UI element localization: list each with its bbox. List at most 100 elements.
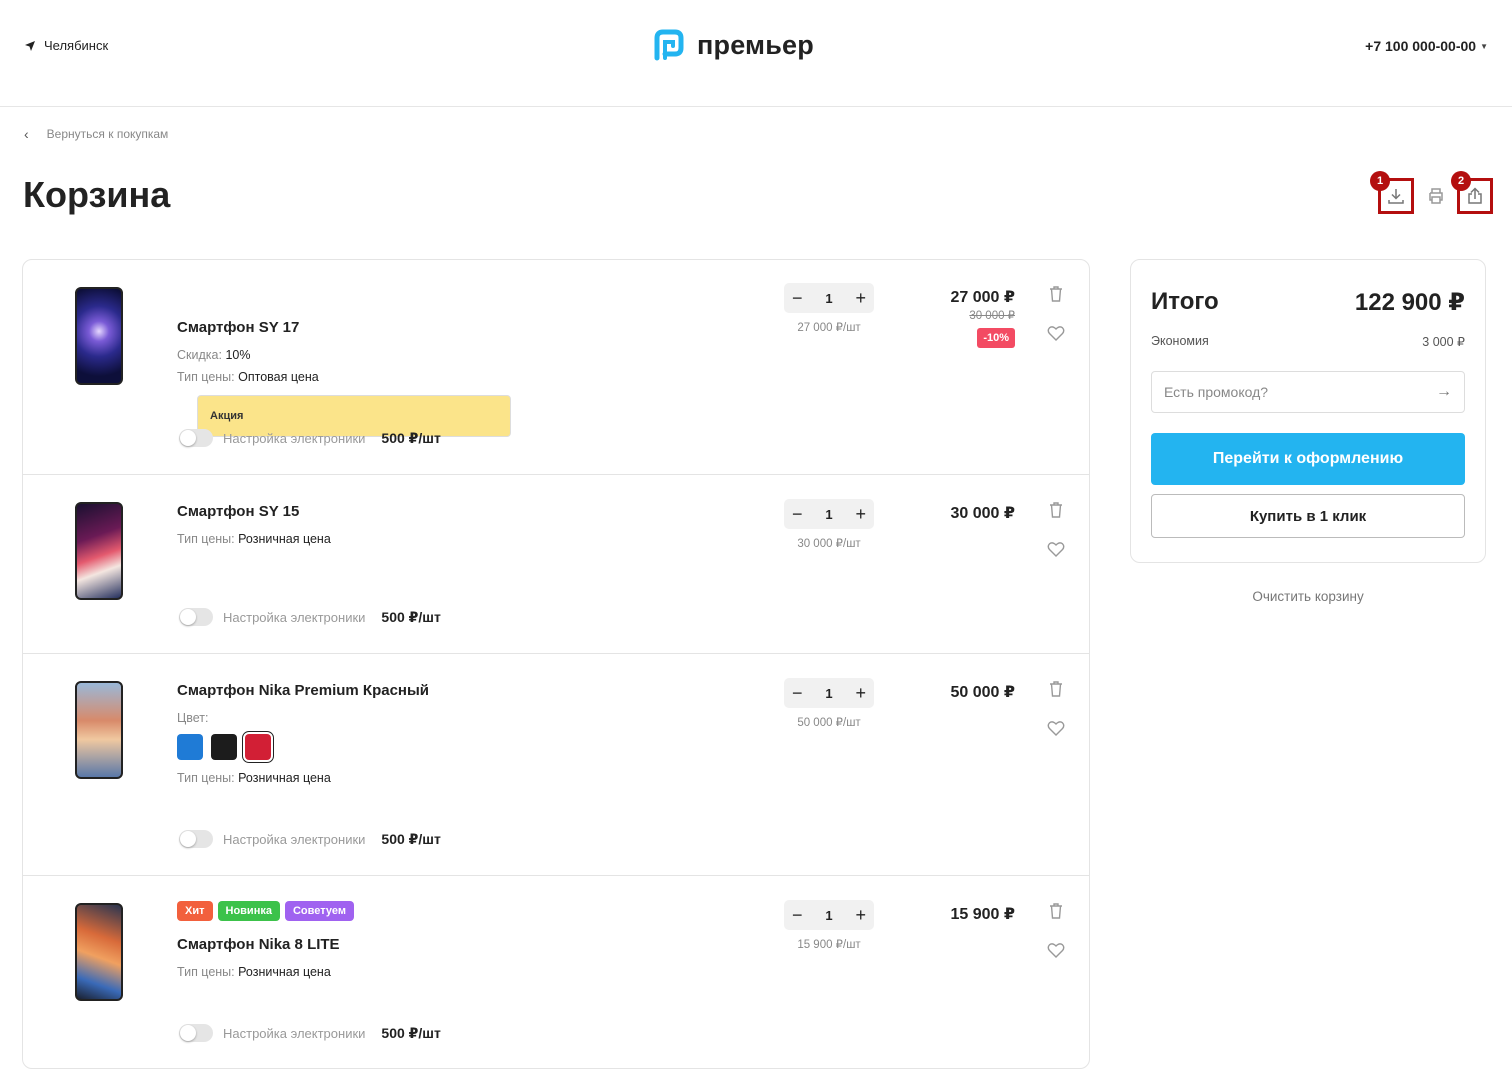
marker-1: 1 <box>1370 171 1390 191</box>
decrease-button[interactable]: − <box>792 288 803 309</box>
summary-total: 122 900 ₽ <box>1354 289 1465 316</box>
logo-text: премьер <box>697 29 814 60</box>
page-title: Корзина <box>23 174 171 215</box>
delete-button[interactable] <box>1045 499 1067 521</box>
quantity-value[interactable]: 1 <box>825 507 832 522</box>
service-toggle[interactable] <box>179 830 213 848</box>
prop-label: Тип цены: <box>177 370 235 384</box>
quantity-stepper: − 1 + <box>784 499 874 529</box>
service-option: Настройка электроники 500 ₽/шт <box>179 1024 441 1042</box>
logo-mark-icon <box>654 29 684 61</box>
recommend-badge: Советуем <box>284 901 354 921</box>
service-price: 500 ₽/шт <box>381 429 441 446</box>
color-swatch-blue[interactable] <box>177 734 203 760</box>
share-icon <box>1468 187 1482 204</box>
city-name: Челябинск <box>44 38 109 53</box>
one-click-buy-button[interactable]: Купить в 1 клик <box>1151 494 1465 538</box>
service-price: 500 ₽/шт <box>381 830 441 847</box>
unit-price: 15 900 ₽/шт <box>797 939 861 951</box>
service-toggle[interactable] <box>179 1024 213 1042</box>
phone-number: +7 100 000-00-00 <box>1365 38 1477 54</box>
increase-button[interactable]: + <box>855 683 866 704</box>
increase-button[interactable]: + <box>855 504 866 525</box>
site-header: Челябинск премьер +7 100 000-00-00 ▼ <box>0 0 1512 107</box>
prop-value: Розничная цена <box>238 965 331 979</box>
cart-item: Смартфон Nika Premium Красный Цвет: Тип … <box>23 654 1089 876</box>
product-name[interactable]: Смартфон SY 15 <box>177 503 299 520</box>
favorite-button[interactable] <box>1045 717 1067 739</box>
service-label: Настройка электроники <box>223 609 366 625</box>
delete-button[interactable] <box>1045 678 1067 700</box>
decrease-button[interactable]: − <box>792 905 803 926</box>
item-total: 30 000 ₽ <box>950 505 1015 522</box>
prop-label: Тип цены: <box>177 965 235 979</box>
download-icon <box>1388 189 1404 204</box>
heart-icon <box>1047 326 1065 341</box>
decrease-button[interactable]: − <box>792 504 803 525</box>
prop-value: 10% <box>225 348 251 362</box>
service-price: 500 ₽/шт <box>381 1024 441 1041</box>
service-label: Настройка электроники <box>223 1025 366 1041</box>
phone-selector[interactable]: +7 100 000-00-00 ▼ <box>1365 38 1488 54</box>
quantity-value[interactable]: 1 <box>825 686 832 701</box>
cart-list: Акция Смартфон SY 17 Скидка: 10% Тип цен… <box>22 259 1090 1069</box>
product-image[interactable] <box>75 502 123 600</box>
item-total: 50 000 ₽ <box>950 684 1015 701</box>
service-option: Настройка электроники 500 ₽/шт <box>179 608 441 626</box>
promo-input[interactable] <box>1164 384 1424 400</box>
cart-item: Акция Смартфон SY 17 Скидка: 10% Тип цен… <box>23 260 1089 475</box>
clear-cart-link[interactable]: Очистить корзину <box>1130 589 1486 604</box>
heart-icon <box>1047 542 1065 557</box>
item-total: 15 900 ₽ <box>950 906 1015 923</box>
service-toggle[interactable] <box>179 608 213 626</box>
delete-button[interactable] <box>1045 900 1067 922</box>
prop-value: Розничная цена <box>238 771 331 785</box>
prop-label: Скидка: <box>177 348 222 362</box>
product-image[interactable] <box>75 903 123 1001</box>
back-link[interactable]: ‹ Вернуться к покупкам <box>24 126 168 142</box>
increase-button[interactable]: + <box>855 288 866 309</box>
arrow-right-icon[interactable]: → <box>1436 383 1452 401</box>
color-label: Цвет: <box>177 711 209 725</box>
color-swatch-red[interactable] <box>242 731 274 763</box>
product-name[interactable]: Смартфон Nika 8 LITE <box>177 936 340 953</box>
heart-icon <box>1047 943 1065 958</box>
product-name[interactable]: Смартфон Nika Premium Красный <box>177 682 429 699</box>
favorite-button[interactable] <box>1045 939 1067 961</box>
decrease-button[interactable]: − <box>792 683 803 704</box>
discount-badge: -10% <box>977 328 1015 348</box>
product-image[interactable] <box>75 681 123 779</box>
print-icon <box>1429 188 1443 204</box>
product-price-type: Тип цены: Розничная цена <box>177 965 331 979</box>
increase-button[interactable]: + <box>855 905 866 926</box>
quantity-value[interactable]: 1 <box>825 291 832 306</box>
heart-icon <box>1047 721 1065 736</box>
favorite-button[interactable] <box>1045 322 1067 344</box>
cart-toolbar: 1 2 <box>1370 171 1496 216</box>
trash-icon <box>1050 502 1062 518</box>
product-name[interactable]: Смартфон SY 17 <box>177 319 299 336</box>
order-summary: Итого 122 900 ₽ Экономия 3 000 ₽ → Перей… <box>1130 259 1486 563</box>
product-image[interactable] <box>75 287 123 385</box>
favorite-button[interactable] <box>1045 538 1067 560</box>
trash-icon <box>1050 681 1062 697</box>
chevron-down-icon: ▼ <box>1480 41 1488 51</box>
city-selector[interactable]: Челябинск <box>24 38 108 53</box>
service-toggle[interactable] <box>179 429 213 447</box>
back-link-label: Вернуться к покупкам <box>46 127 169 141</box>
quantity-value[interactable]: 1 <box>825 908 832 923</box>
color-swatch-black[interactable] <box>211 734 237 760</box>
unit-price: 27 000 ₽/шт <box>797 322 861 334</box>
color-swatches <box>177 731 274 763</box>
logo[interactable]: премьер <box>651 28 814 62</box>
summary-title: Итого <box>1151 288 1219 315</box>
quantity-stepper: − 1 + <box>784 678 874 708</box>
hit-badge: Хит <box>177 901 213 921</box>
print-button[interactable] <box>1418 178 1454 214</box>
checkout-button[interactable]: Перейти к оформлению <box>1151 433 1465 485</box>
delete-button[interactable] <box>1045 283 1067 305</box>
prop-label: Тип цены: <box>177 771 235 785</box>
marker-2: 2 <box>1451 171 1471 191</box>
item-total: 27 000 ₽ <box>950 289 1015 306</box>
location-arrow-icon <box>25 40 35 51</box>
